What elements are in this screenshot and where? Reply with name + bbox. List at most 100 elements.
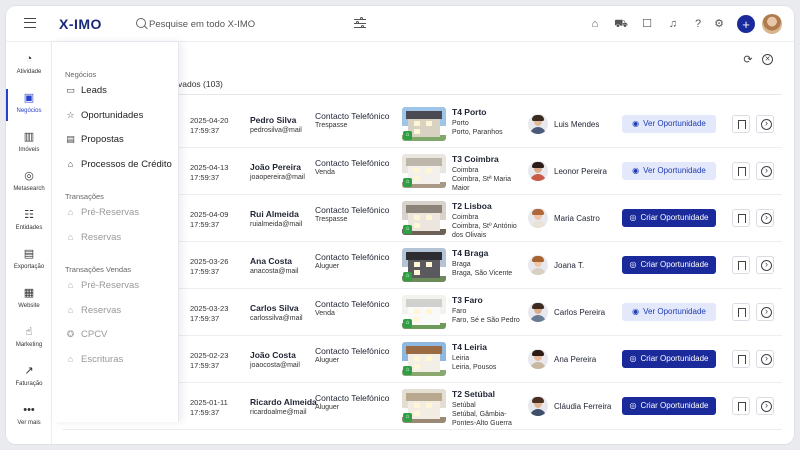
property-thumbnail[interactable]: ⌂ xyxy=(402,201,446,235)
rail-item-metasearch[interactable]: ◎ Metasearch xyxy=(6,165,52,205)
property-title[interactable]: T4 Porto xyxy=(452,107,486,117)
bookmark-icon[interactable] xyxy=(732,303,750,321)
view-opportunity-button[interactable]: ◉ Ver Oportunidade xyxy=(622,303,716,321)
thumb-roof xyxy=(406,158,442,166)
flyout-item-icon: ⌂ xyxy=(67,304,74,315)
client-name[interactable]: Rui Almeida xyxy=(250,209,299,219)
property-thumbnail[interactable]: ⌂ xyxy=(402,389,446,423)
property-thumbnail[interactable]: ⌂ xyxy=(402,248,446,282)
rail-label: Entidades xyxy=(15,225,43,231)
property-title[interactable]: T3 Faro xyxy=(452,295,483,305)
flyout-item: ⌂ Reservas xyxy=(65,232,121,246)
client-name[interactable]: João Costa xyxy=(250,350,296,360)
agent-name: Cláudia Ferreira xyxy=(554,402,612,411)
chat-icon[interactable]: ☐ xyxy=(640,17,654,31)
date: 2025-01-11 xyxy=(190,398,228,407)
settings-icon[interactable]: ⚙ xyxy=(712,17,726,31)
action-label: Ver Oportunidade xyxy=(643,307,706,316)
rail-label: Website xyxy=(18,303,40,309)
flyout-item[interactable]: ⌂ Processos de Crédito xyxy=(65,159,172,173)
time: 17:59:37 xyxy=(190,314,220,323)
flyout-item: ✪ CPCV xyxy=(65,329,108,343)
property-title[interactable]: T4 Leiria xyxy=(452,342,487,352)
time: 17:59:37 xyxy=(190,267,220,276)
cart-icon[interactable]: ⛟ xyxy=(614,17,628,31)
add-button[interactable]: + xyxy=(737,15,755,33)
bookmark-icon[interactable] xyxy=(732,256,750,274)
open-details-icon[interactable] xyxy=(756,115,774,133)
property-title[interactable]: T2 Setúbal xyxy=(452,389,495,399)
property-thumbnail[interactable]: ⌂ xyxy=(402,154,446,188)
rail-icon: ••• xyxy=(23,404,35,416)
menu-icon[interactable] xyxy=(24,18,36,28)
thumb-window xyxy=(414,215,420,220)
negocios-flyout-menu: Negócios ▭ Leads ☆ Oportunidades ▤ Propostas ⌂ P… xyxy=(52,42,179,422)
create-opportunity-button[interactable]: ◎ Criar Oportunidade xyxy=(622,209,716,227)
client-name[interactable]: João Pereira xyxy=(250,162,301,172)
flyout-section-title: Negócios xyxy=(65,70,97,79)
user-avatar[interactable] xyxy=(762,14,782,34)
property-location: Setúbal Setúbal, Gâmbia-Pontes-Alto Guerr… xyxy=(452,401,522,428)
open-details-icon[interactable] xyxy=(756,256,774,274)
client-name[interactable]: Carlos Silva xyxy=(250,303,299,313)
property-thumbnail[interactable]: ⌂ xyxy=(402,342,446,376)
agent-name: Luis Mendes xyxy=(554,120,600,129)
rail-item-exporta-o[interactable]: ▤ Exportação xyxy=(6,243,52,283)
client-name[interactable]: Ana Costa xyxy=(250,256,292,266)
rail-icon: ↗ xyxy=(24,365,34,377)
view-opportunity-button[interactable]: ◉ Ver Oportunidade xyxy=(622,162,716,180)
results-tab[interactable]: vados (103) xyxy=(178,79,223,89)
filter-icon[interactable] xyxy=(354,17,366,29)
reload-icon[interactable]: ⟳ xyxy=(742,54,754,66)
close-icon[interactable]: ✕ xyxy=(762,54,773,65)
avatar-body xyxy=(530,268,546,275)
flyout-item-icon: ▤ xyxy=(66,134,75,144)
bookmark-icon[interactable] xyxy=(732,397,750,415)
rail-item-ver-mais[interactable]: ••• Ver mais xyxy=(6,399,52,439)
thumb-window xyxy=(414,262,420,267)
create-opportunity-button[interactable]: ◎ Criar Oportunidade xyxy=(622,397,716,415)
flyout-item[interactable]: ☆ Oportunidades xyxy=(65,110,143,124)
bookmark-icon[interactable] xyxy=(732,162,750,180)
agent-avatar xyxy=(528,161,548,181)
flyout-item-label: Pré-Reservas xyxy=(81,280,140,291)
open-details-icon[interactable] xyxy=(756,397,774,415)
thumb-window xyxy=(414,317,420,322)
create-opportunity-button[interactable]: ◎ Criar Oportunidade xyxy=(622,350,716,368)
open-details-icon[interactable] xyxy=(756,209,774,227)
rail-item-website[interactable]: ▦ Website xyxy=(6,282,52,322)
flyout-section-title: Transações Vendas xyxy=(65,265,132,274)
bookmark-icon[interactable] xyxy=(732,115,750,133)
rail-item-neg-cios[interactable]: ▣ Negócios xyxy=(6,87,52,127)
time: 17:59:37 xyxy=(190,126,220,135)
client-name[interactable]: Pedro Silva xyxy=(250,115,296,125)
open-details-icon[interactable] xyxy=(756,303,774,321)
rail-item-fatura-o[interactable]: ↗ Faturação xyxy=(6,360,52,400)
client-email: carlossilva@mail xyxy=(250,315,303,322)
date-cell: 2025-04-20 17:59:37 xyxy=(190,116,228,136)
bookmark-icon[interactable] xyxy=(732,209,750,227)
open-details-icon[interactable] xyxy=(756,350,774,368)
rail-item-entidades[interactable]: ☷ Entidades xyxy=(6,204,52,244)
search-input[interactable] xyxy=(149,15,349,33)
flyout-item[interactable]: ▭ Leads xyxy=(65,85,107,99)
property-thumbnail[interactable]: ⌂ xyxy=(402,295,446,329)
property-title[interactable]: T3 Coimbra xyxy=(452,154,499,164)
view-opportunity-button[interactable]: ◉ Ver Oportunidade xyxy=(622,115,716,133)
rail-item-im-veis[interactable]: ▥ Imóveis xyxy=(6,126,52,166)
client-name[interactable]: Ricardo Almeida xyxy=(250,397,317,407)
thumb-window xyxy=(414,121,420,126)
property-thumbnail[interactable]: ⌂ xyxy=(402,107,446,141)
flyout-item[interactable]: ▤ Propostas xyxy=(65,134,124,148)
rail-item-marketing[interactable]: ☝ Marketing xyxy=(6,321,52,361)
create-opportunity-button[interactable]: ◎ Criar Oportunidade xyxy=(622,256,716,274)
rail-item-atividade[interactable]: ◔ Atividade xyxy=(6,48,52,88)
rail-icon: ▥ xyxy=(23,131,35,143)
property-title[interactable]: T4 Braga xyxy=(452,248,488,258)
bookmark-icon[interactable] xyxy=(732,350,750,368)
bell-icon[interactable]: ♫ xyxy=(666,17,680,31)
help-icon[interactable]: ? xyxy=(691,17,705,31)
property-title[interactable]: T2 Lisboa xyxy=(452,201,492,211)
store-icon[interactable]: ⌂ xyxy=(588,17,602,31)
open-details-icon[interactable] xyxy=(756,162,774,180)
